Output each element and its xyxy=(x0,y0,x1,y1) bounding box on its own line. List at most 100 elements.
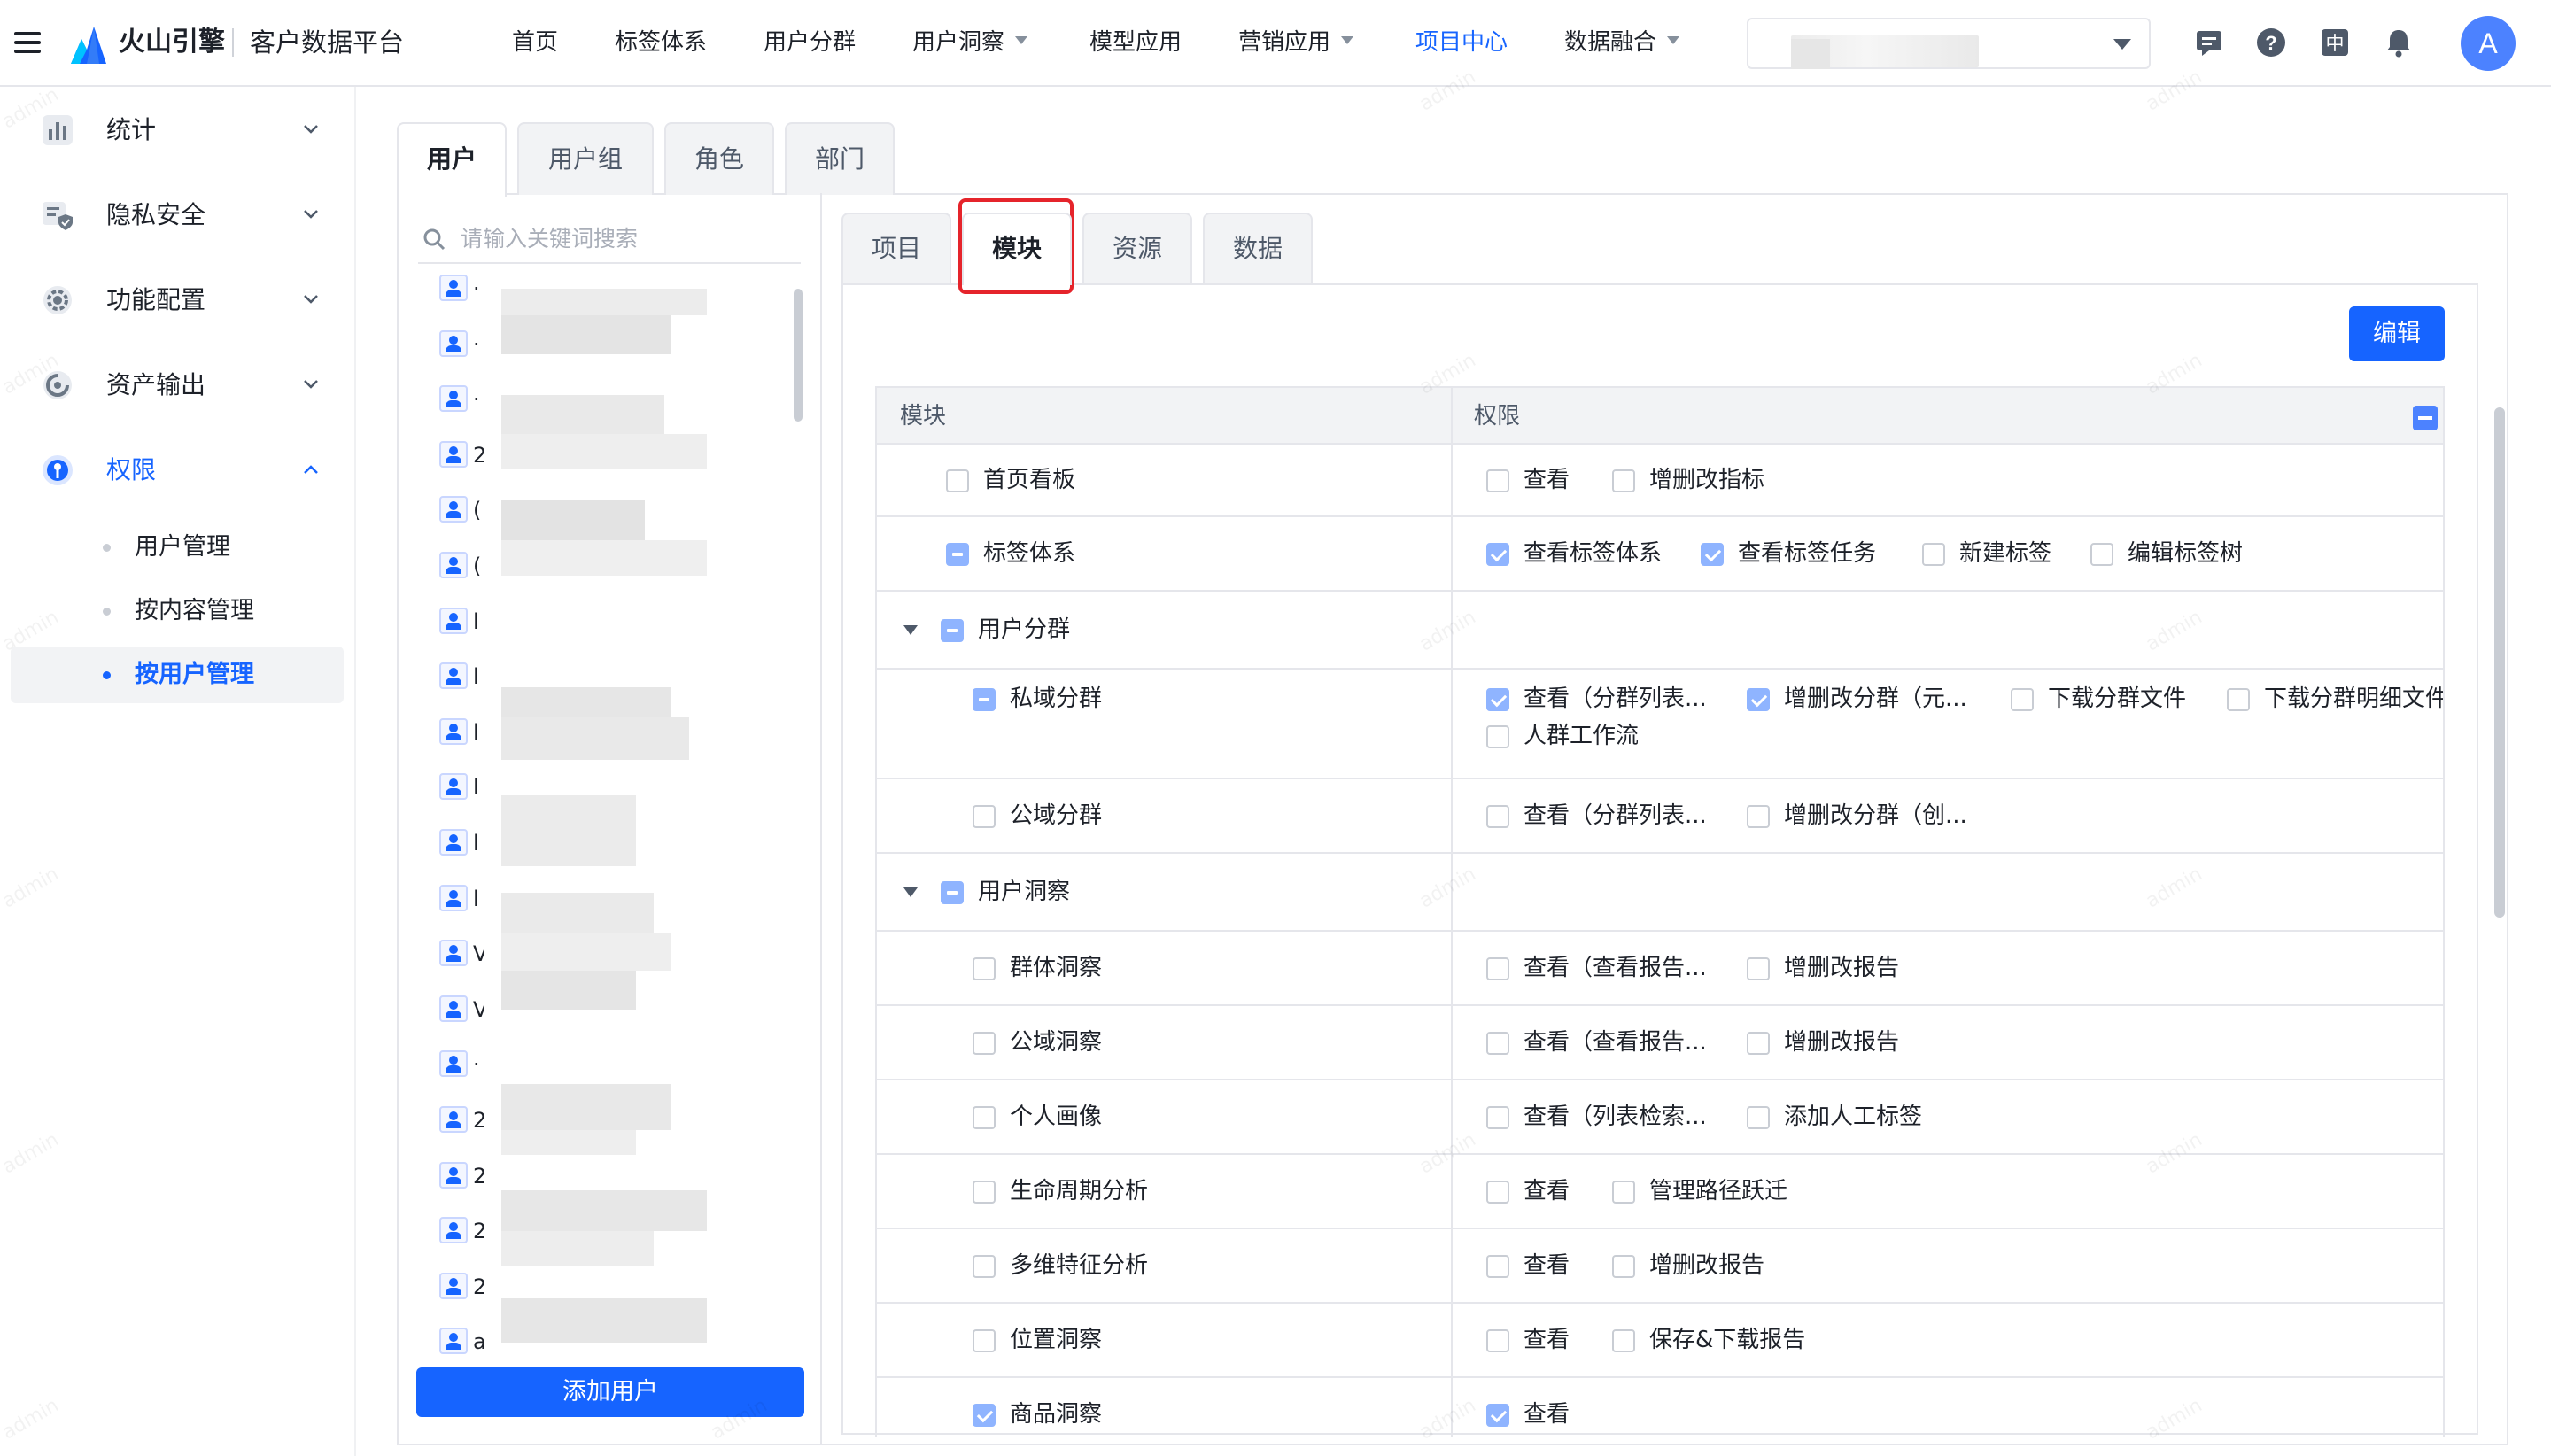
permission-checkbox[interactable] xyxy=(1486,725,1509,748)
sidebar-item-label: 权限 xyxy=(106,455,157,484)
permission-checkbox[interactable] xyxy=(1747,688,1770,711)
bell-icon[interactable] xyxy=(2383,27,2415,58)
module-checkbox[interactable] xyxy=(973,1032,996,1055)
permission-label: 增删改报告 xyxy=(1784,1029,1900,1056)
permission-checkbox[interactable] xyxy=(1486,1181,1509,1204)
module-checkbox[interactable] xyxy=(973,1181,996,1204)
expand-caret-icon[interactable] xyxy=(903,625,918,635)
user-icon xyxy=(439,1328,468,1355)
user-list-scrollbar[interactable] xyxy=(794,289,803,422)
help-icon[interactable]: ? xyxy=(2255,27,2287,58)
permission-checkbox[interactable] xyxy=(1486,1255,1509,1278)
expand-caret-icon[interactable] xyxy=(903,887,918,897)
collapse-all-icon[interactable] xyxy=(2413,406,2438,430)
permission-checkbox[interactable] xyxy=(1701,543,1724,566)
project-select[interactable] xyxy=(1747,18,2151,69)
permission-checkbox[interactable] xyxy=(1612,1329,1635,1352)
permission-checkbox[interactable] xyxy=(1486,805,1509,828)
nav-tag-system[interactable]: 标签体系 xyxy=(615,25,707,60)
user-avatar[interactable]: A xyxy=(2461,16,2516,71)
nav-user-insight[interactable]: 用户洞察 xyxy=(912,25,1028,60)
sidebar-item-privacy[interactable]: 隐私安全 xyxy=(0,184,354,246)
sidebar-item-permission[interactable]: 权限 xyxy=(0,439,354,501)
sidebar-item-function-config[interactable]: 功能配置 xyxy=(0,269,354,331)
permission-label: 查看（分群列表... xyxy=(1524,685,1707,712)
volcano-logo-icon xyxy=(71,27,106,64)
nav-model-app[interactable]: 模型应用 xyxy=(1089,25,1182,60)
permission-checkbox[interactable] xyxy=(1486,1329,1509,1352)
permission-checkbox[interactable] xyxy=(1486,469,1509,492)
tab-data[interactable]: 数据 xyxy=(1203,213,1313,283)
language-icon[interactable]: 中 xyxy=(2319,27,2351,58)
permission-checkbox[interactable] xyxy=(1486,957,1509,980)
module-checkbox[interactable] xyxy=(973,957,996,980)
user-name: l xyxy=(473,664,479,690)
permission-checkbox[interactable] xyxy=(1922,543,1945,566)
permission-checkbox[interactable] xyxy=(1747,1032,1770,1055)
user-name: 2 xyxy=(473,1274,484,1299)
nav-home[interactable]: 首页 xyxy=(512,25,558,60)
module-checkbox[interactable] xyxy=(973,1106,996,1129)
module-checkbox[interactable] xyxy=(973,688,996,711)
nav-data-fusion[interactable]: 数据融合 xyxy=(1564,25,1680,60)
edit-button[interactable]: 编辑 xyxy=(2349,306,2445,361)
module-checkbox[interactable] xyxy=(946,469,969,492)
table-scrollbar[interactable] xyxy=(2494,407,2505,918)
permission-checkbox[interactable] xyxy=(1486,1404,1509,1427)
module-checkbox[interactable] xyxy=(973,1329,996,1352)
permission-checkbox[interactable] xyxy=(1612,1255,1635,1278)
tab-department[interactable]: 部门 xyxy=(785,122,895,195)
permission-checkbox[interactable] xyxy=(1747,805,1770,828)
module-checkbox[interactable] xyxy=(973,805,996,828)
module-checkbox[interactable] xyxy=(941,619,964,642)
table-row: 群体洞察 查看（查看报告... 增删改报告 xyxy=(877,932,2443,1006)
menu-icon[interactable] xyxy=(14,29,41,56)
permission-label: 查看 xyxy=(1524,1252,1570,1279)
chevron-down-icon xyxy=(304,210,318,219)
sidebar-subitem-content-management[interactable]: 按内容管理 xyxy=(11,583,344,639)
module-checkbox[interactable] xyxy=(941,881,964,904)
sidebar-item-asset-output[interactable]: 资产输出 xyxy=(0,354,354,416)
permission-checkbox[interactable] xyxy=(1612,469,1635,492)
tab-project[interactable]: 项目 xyxy=(841,213,951,283)
sidebar-subitem-user-management[interactable]: 用户管理 xyxy=(11,519,344,576)
permission-checkbox[interactable] xyxy=(1486,543,1509,566)
tab-user-group[interactable]: 用户组 xyxy=(517,122,654,195)
nav-project-center[interactable]: 项目中心 xyxy=(1415,25,1508,60)
permission-checkbox[interactable] xyxy=(2090,543,2113,566)
nav-marketing-app[interactable]: 营销应用 xyxy=(1238,25,1354,60)
bullet-dot xyxy=(103,608,111,616)
user-list-item[interactable]: l xyxy=(439,604,776,647)
sidebar-item-statistics[interactable]: 统计 xyxy=(0,99,354,161)
permission-checkbox[interactable] xyxy=(2011,688,2034,711)
module-checkbox[interactable] xyxy=(946,543,969,566)
permission-label: 新建标签 xyxy=(1959,540,2052,567)
permission-checkbox[interactable] xyxy=(1486,1106,1509,1129)
user-name: V xyxy=(473,941,484,967)
table-row: 首页看板 查看 增删改指标 xyxy=(877,445,2443,517)
nav-user-segment[interactable]: 用户分群 xyxy=(764,25,856,60)
search-box[interactable]: 请输入关键词搜索 xyxy=(418,213,801,264)
permission-checkbox[interactable] xyxy=(2227,688,2250,711)
permission-label: 查看（分群列表... xyxy=(1524,802,1707,829)
module-name: 公域洞察 xyxy=(1010,1029,1103,1056)
module-checkbox[interactable] xyxy=(973,1255,996,1278)
permission-checkbox[interactable] xyxy=(1747,1106,1770,1129)
add-user-button[interactable]: 添加用户 xyxy=(416,1367,804,1417)
user-icon xyxy=(439,662,468,690)
module-checkbox[interactable] xyxy=(973,1404,996,1427)
permission-checkbox[interactable] xyxy=(1747,957,1770,980)
sidebar-subitem-by-user-management[interactable]: 按用户管理 xyxy=(11,647,344,703)
tab-module[interactable]: 模块 xyxy=(962,213,1072,285)
tab-user[interactable]: 用户 xyxy=(397,122,507,197)
tab-role[interactable]: 角色 xyxy=(664,122,774,195)
permission-checkbox[interactable] xyxy=(1486,688,1509,711)
table-row: 生命周期分析 查看 管理路径跃迁 xyxy=(877,1155,2443,1229)
permission-checkbox[interactable] xyxy=(1612,1181,1635,1204)
table-row: 商品洞察 查看 xyxy=(877,1378,2443,1437)
message-icon[interactable] xyxy=(2193,27,2225,58)
permission-label: 查看 xyxy=(1524,1401,1570,1428)
caret-down-icon xyxy=(1015,36,1028,44)
permission-checkbox[interactable] xyxy=(1486,1032,1509,1055)
tab-resource[interactable]: 资源 xyxy=(1082,213,1192,283)
